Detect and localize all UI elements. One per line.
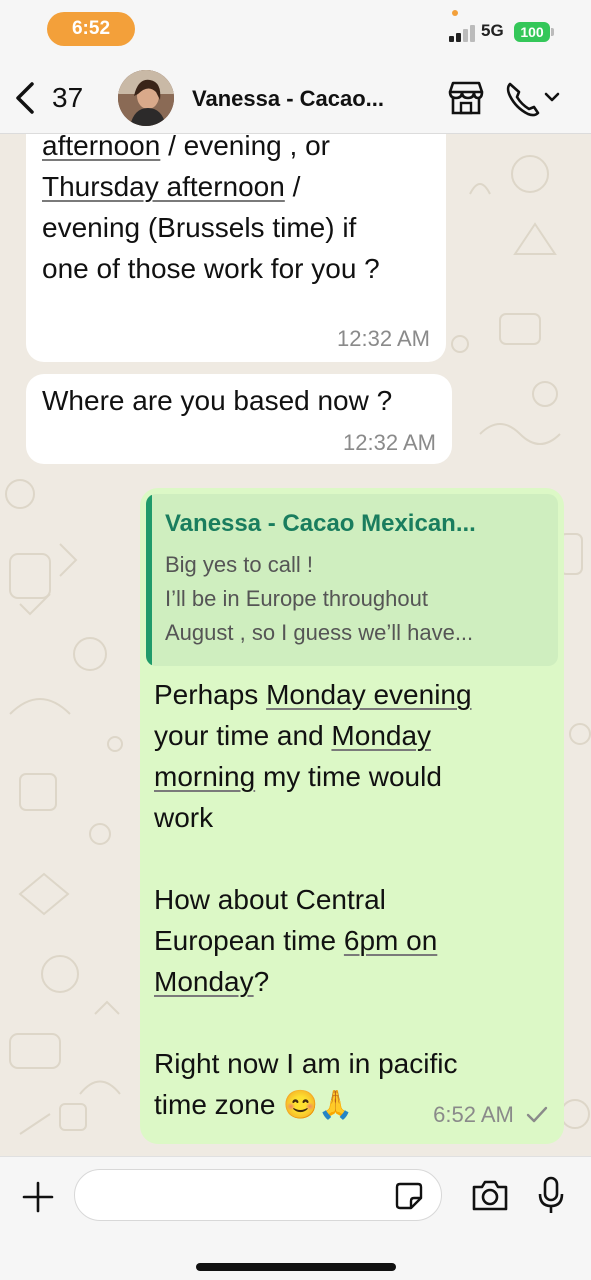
message-text-segment: ?: [253, 966, 270, 997]
detected-date-link[interactable]: Monday: [154, 966, 254, 997]
message-timestamp-row: 6:52 AM: [433, 1102, 548, 1128]
message-text: Where are you based now ?: [42, 380, 442, 421]
message-text: I can do Mondayafternoon / evening , orT…: [42, 134, 442, 289]
message-timestamp: 12:32 AM: [343, 430, 436, 455]
privacy-indicator-dot: [452, 10, 458, 16]
message-text-segment: Right now I am in pacific: [154, 1048, 458, 1079]
message-text-segment: 😊🙏: [283, 1089, 353, 1120]
status-bar: 6:52 5G 100: [0, 0, 591, 62]
message-line: your time and Monday: [154, 715, 558, 756]
store-icon[interactable]: [444, 78, 488, 118]
message-line: Perhaps Monday evening: [154, 674, 558, 715]
network-type: 5G: [481, 21, 504, 40]
detected-date-link[interactable]: morning: [154, 761, 255, 792]
battery-tip: [551, 28, 554, 36]
quote-accent-bar: [146, 494, 152, 666]
message-line: morning my time would: [154, 756, 558, 797]
chat-header: 37 Vanessa - Cacao...: [0, 62, 591, 134]
sent-check-icon: [526, 1106, 548, 1123]
message-text-segment: one of those work for you ?: [42, 253, 380, 284]
detected-date-link[interactable]: 6pm on: [344, 925, 437, 956]
message-input[interactable]: [74, 1169, 442, 1221]
chevron-down-icon: [544, 92, 560, 102]
incoming-message-bubble[interactable]: Where are you based now ? 12:32 AM: [26, 374, 452, 464]
message-text-segment: /: [284, 171, 301, 202]
message-line: evening (Brussels time) if: [42, 207, 442, 248]
message-text-segment: work: [154, 802, 214, 833]
message-line: [154, 838, 558, 879]
message-line: [154, 1002, 558, 1043]
message-text: Perhaps Monday evening your time and Mond…: [154, 674, 558, 1125]
message-text-segment: my time would: [255, 761, 442, 792]
quoted-message[interactable]: Vanessa - Cacao Mexican... Big yes to ca…: [146, 494, 558, 666]
outgoing-message-bubble[interactable]: Vanessa - Cacao Mexican... Big yes to ca…: [140, 488, 564, 1144]
message-text-segment: time zone: [154, 1089, 284, 1120]
camera-icon[interactable]: [470, 1177, 510, 1213]
message-text-segment: your time and: [154, 720, 332, 751]
quoted-text-line: August , so I guess we’ll have...: [165, 620, 474, 645]
message-text-segment: How about Central: [154, 884, 386, 915]
contact-name[interactable]: Vanessa - Cacao...: [192, 86, 422, 112]
message-line: Right now I am in pacific: [154, 1043, 558, 1084]
message-line: one of those work for you ?: [42, 248, 442, 289]
microphone-icon[interactable]: [536, 1175, 566, 1215]
message-timestamp: 12:32 AM: [337, 326, 430, 351]
message-line: afternoon / evening , or: [42, 134, 442, 166]
home-indicator: [196, 1263, 396, 1271]
message-line: Monday?: [154, 961, 558, 1002]
message-text-segment: Where are you based now ?: [42, 385, 393, 416]
sticker-icon[interactable]: [394, 1181, 424, 1211]
quoted-author: Vanessa - Cacao Mexican...: [165, 510, 476, 537]
message-text-segment: / evening , or: [160, 134, 330, 161]
battery-icon: 100: [514, 22, 550, 42]
message-timestamp: 6:52 AM: [433, 1102, 514, 1127]
unread-count: 37: [52, 82, 84, 113]
phone-icon[interactable]: [502, 78, 564, 118]
plus-icon[interactable]: [20, 1179, 56, 1215]
message-text-segment: European time: [154, 925, 344, 956]
incoming-message-bubble[interactable]: I can do Mondayafternoon / evening , orT…: [26, 134, 446, 362]
detected-date-link[interactable]: Monday: [331, 720, 431, 751]
message-line: European time 6pm on: [154, 920, 558, 961]
quoted-text-line: Big yes to call !: [165, 552, 313, 577]
back-button[interactable]: 37: [10, 76, 100, 120]
detected-date-link[interactable]: Monday evening: [266, 679, 471, 710]
avatar[interactable]: [118, 70, 174, 126]
message-text-segment: Perhaps: [154, 679, 267, 710]
quoted-text-line: I’ll be in Europe throughout: [165, 586, 428, 611]
message-line: Thursday afternoon /: [42, 166, 442, 207]
composer-bar: [0, 1156, 591, 1280]
chat-area[interactable]: I can do Mondayafternoon / evening , orT…: [0, 134, 591, 1156]
message-text-segment: evening (Brussels time) if: [42, 212, 357, 243]
detected-date-link[interactable]: Thursday afternoon: [42, 171, 285, 202]
status-time: 6:52: [47, 12, 135, 46]
message-line: work: [154, 797, 558, 838]
detected-date-link[interactable]: afternoon: [42, 134, 160, 161]
cellular-signal-icon: [449, 24, 477, 42]
message-line: How about Central: [154, 879, 558, 920]
message-line: Where are you based now ?: [42, 380, 442, 421]
back-chevron-icon: [16, 82, 34, 114]
